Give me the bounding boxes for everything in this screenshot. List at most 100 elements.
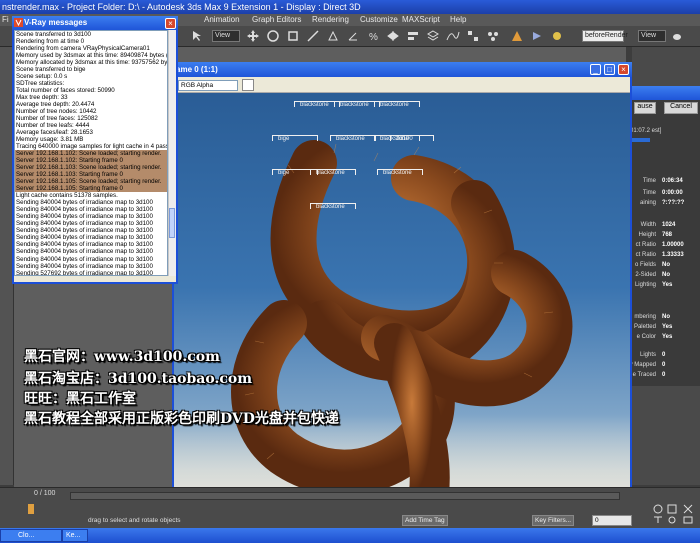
render-stat-label: Height xyxy=(638,232,656,238)
vray-close-button[interactable]: × xyxy=(165,18,176,29)
render-stat-value: ?:??:?? xyxy=(662,200,685,206)
vray-icon xyxy=(14,18,23,27)
move-icon[interactable] xyxy=(246,29,260,43)
log-line: Sending 840004 bytes of irradiance map t… xyxy=(16,241,153,249)
log-line: Server 192.168.1.105: Scene loaded; star… xyxy=(15,178,167,186)
color-swatch[interactable] xyxy=(242,79,254,91)
add-time-tag-button[interactable]: Add Time Tag xyxy=(402,515,448,526)
pause-button[interactable]: ause xyxy=(634,102,656,114)
time-slider[interactable] xyxy=(70,492,620,500)
vray-message-log[interactable]: Scene transferred to 3d100 Rendering from… xyxy=(14,30,168,276)
render-stat-label: o Fields xyxy=(634,262,656,268)
viewport-nav-icons[interactable] xyxy=(650,503,698,525)
menu-item[interactable]: MAXScript xyxy=(402,14,440,26)
render-stat-value: No xyxy=(662,314,670,320)
vray-title: V-Ray messages xyxy=(24,18,88,27)
menu-item[interactable]: Animation xyxy=(204,14,240,26)
log-line: Sending 840004 bytes of irradiance map t… xyxy=(16,220,153,228)
close-button[interactable]: × xyxy=(618,64,629,75)
log-line: Scene transferred to 3d100 xyxy=(16,31,91,38)
channel-select[interactable]: RGB Alpha xyxy=(178,80,238,91)
log-line: SDTree statistics: xyxy=(16,80,65,88)
render-stat-label: mbering xyxy=(634,314,656,320)
render-stat-label: Lights xyxy=(639,352,656,358)
named-selection-set[interactable]: beforeRender xyxy=(582,30,628,42)
log-line: Server 192.168.1.103: Scene loaded; star… xyxy=(15,164,167,172)
curve-editor-icon[interactable] xyxy=(446,29,460,43)
watermark-line-4: 黑石教程全部采用正版彩色印刷DVD光盘并包快递 xyxy=(24,411,339,427)
svg-text:%: % xyxy=(369,32,378,43)
snap-icon[interactable] xyxy=(326,29,340,43)
log-line: Server 192.168.1.103: Starting frame 0 xyxy=(15,171,167,179)
align-icon[interactable] xyxy=(406,29,420,43)
scale-icon[interactable] xyxy=(286,29,300,43)
render-setup-icon[interactable] xyxy=(510,29,524,43)
log-line: Memory usage: 3.81 MB xyxy=(16,136,84,144)
reference-coord-select[interactable]: View xyxy=(212,30,240,42)
menu-item[interactable]: Fi xyxy=(2,14,9,26)
frame-field[interactable]: 0 xyxy=(592,515,632,526)
render-stat-value: 768 xyxy=(662,232,673,238)
render-bucket-label: blackstone xyxy=(316,170,345,176)
app-title-bar: nstrender.max - Project Folder: D:\ - Au… xyxy=(0,0,700,14)
render-stat-value: 0 xyxy=(662,372,666,378)
vray-scrollbar[interactable] xyxy=(168,30,176,276)
render-stat-value: 0 xyxy=(662,352,666,358)
frame-buffer-title-bar[interactable] xyxy=(172,62,632,77)
rendering-dialog-title-bar[interactable] xyxy=(620,86,700,100)
render-stat-value: 0 xyxy=(662,362,666,368)
render-image: blackstone blackstone blackstone bige blacks… xyxy=(174,93,630,524)
log-line: Sending 840004 bytes of irradiance map t… xyxy=(16,199,153,207)
minimize-button[interactable]: _ xyxy=(590,64,601,75)
cancel-button[interactable]: Cancel xyxy=(664,102,698,114)
rotate-icon[interactable] xyxy=(266,29,280,43)
log-line: Total number of faces stored: 50990 xyxy=(16,87,115,95)
log-line: Sending 840004 bytes of irradiance map t… xyxy=(16,248,153,256)
menu-item[interactable]: Graph Editors xyxy=(252,14,301,26)
render-bucket-label: blackstone xyxy=(383,170,412,176)
log-line: Sending 527692 bytes of irradiance map t… xyxy=(16,269,153,276)
log-line: Server 192.168.1.102: Scene loaded; star… xyxy=(15,150,167,158)
progress-bar xyxy=(630,138,650,142)
render-stat-label: Width xyxy=(640,222,656,228)
log-line: Sending 840004 bytes of irradiance map t… xyxy=(16,262,153,270)
log-line: Number of tree nodes: 10442 xyxy=(16,108,97,116)
maximize-button[interactable]: □ xyxy=(604,64,615,75)
fur-knot-render xyxy=(174,140,630,524)
log-line: Memory used by 3dsmax at this time: 8940… xyxy=(16,52,168,60)
vray-scrollbar-thumb[interactable] xyxy=(169,208,175,238)
quick-render-icon[interactable] xyxy=(550,29,564,43)
menu-item[interactable]: Help xyxy=(450,14,466,26)
log-line: Sending 840004 bytes of irradiance map t… xyxy=(16,255,153,263)
taskbar-item-1[interactable]: Clo... xyxy=(0,529,62,542)
render-icon[interactable] xyxy=(530,29,544,43)
menu-item[interactable]: Rendering xyxy=(312,14,349,26)
angle-snap-icon[interactable] xyxy=(346,29,360,43)
teapot-icon[interactable] xyxy=(670,29,684,43)
render-stat-value: 1024 xyxy=(662,222,676,228)
taskbar-item-1-label: Clo... xyxy=(18,532,35,539)
taskbar-item-2[interactable]: Ke... xyxy=(62,529,88,542)
frame-buffer-title: ame 0 (1:1) xyxy=(176,65,218,74)
menu-item[interactable]: Customize xyxy=(360,14,398,26)
render-bucket-label: blackstone xyxy=(380,102,409,108)
schematic-icon[interactable] xyxy=(466,29,480,43)
log-line: Number of tree leafs: 4444 xyxy=(16,122,90,130)
render-stat-value: 0:00:00 xyxy=(662,190,683,196)
link-icon[interactable] xyxy=(306,29,320,43)
watermark-line-1: 黑石官网：www.3d100.com xyxy=(24,349,220,365)
material-editor-icon[interactable] xyxy=(486,29,500,43)
key-filters-button[interactable]: Key Filters... xyxy=(532,515,575,526)
select-icon[interactable] xyxy=(190,29,204,43)
render-view-select[interactable]: View xyxy=(638,30,666,42)
render-bucket-label: blackstone xyxy=(340,102,369,108)
key-marker xyxy=(28,504,34,514)
log-line: Server 192.168.1.102: Starting frame 0 xyxy=(15,157,167,165)
layers-icon[interactable] xyxy=(426,29,440,43)
percent-snap-icon[interactable]: % xyxy=(366,29,380,43)
render-stat-label: Lighting xyxy=(634,282,656,288)
render-stat-value: 0:06:34 xyxy=(662,178,683,184)
mirror-icon[interactable] xyxy=(386,29,400,43)
status-hint: drag to select and rotate objects xyxy=(88,517,181,524)
log-line: Sending 840004 bytes of irradiance map t… xyxy=(16,213,153,221)
